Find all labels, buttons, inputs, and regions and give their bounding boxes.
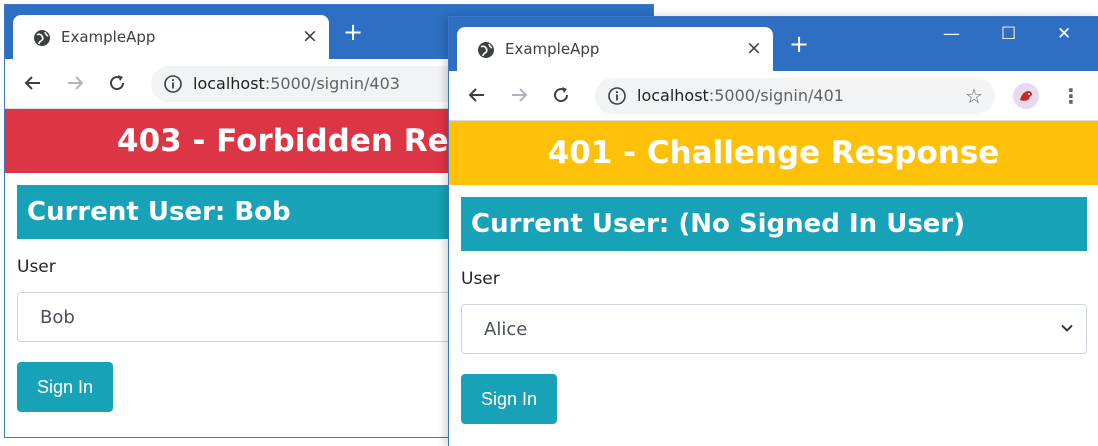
url-host: localhost (637, 86, 709, 105)
tab-title: ExampleApp (505, 40, 600, 58)
user-label: User (461, 269, 500, 289)
close-window-button[interactable]: ✕ (1057, 23, 1071, 45)
avatar-bird-icon (1020, 91, 1032, 101)
tab-close-button[interactable]: × (302, 25, 318, 47)
tab-title: ExampleApp (61, 28, 156, 46)
url-text[interactable]: localhost:5000/signin/401 (637, 86, 844, 105)
browser-menu-button[interactable]: ⋮ (1061, 85, 1081, 107)
maximize-button[interactable]: ☐ (1001, 23, 1016, 45)
profile-avatar-icon[interactable] (1013, 83, 1039, 109)
back-arrow-icon[interactable] (23, 73, 43, 93)
address-bar[interactable]: localhost:5000/signin/401 (595, 78, 995, 114)
globe-icon (478, 42, 494, 58)
user-select-value: Alice (484, 319, 528, 340)
minimize-button[interactable]: — (943, 23, 960, 45)
url-path: :5000/signin/401 (708, 86, 844, 105)
globe-icon (34, 30, 50, 46)
user-select-value: Bob (40, 307, 75, 328)
new-tab-button[interactable]: + (343, 19, 363, 45)
user-select[interactable]: Alice (461, 304, 1087, 354)
sign-in-button[interactable]: Sign In (17, 362, 113, 412)
url-path: :5000/signin/403 (264, 74, 400, 93)
reload-icon[interactable] (551, 85, 571, 105)
info-icon[interactable] (607, 86, 627, 106)
browser-toolbar: localhost:5000/signin/401 ☆ ⋮ (449, 71, 1098, 121)
url-text[interactable]: localhost:5000/signin/403 (193, 74, 400, 93)
title-bar: ExampleApp × + — ☐ ✕ (449, 17, 1098, 71)
sign-in-button[interactable]: Sign In (461, 374, 557, 424)
browser-window-401: ExampleApp × + — ☐ ✕ localhost:5000/sign… (448, 16, 1098, 446)
current-user-header: Current User: (No Signed In User) (461, 197, 1087, 251)
reload-icon[interactable] (107, 73, 127, 93)
forward-arrow-icon[interactable] (509, 85, 529, 105)
url-host: localhost (193, 74, 265, 93)
forward-arrow-icon[interactable] (65, 73, 85, 93)
browser-tab[interactable]: ExampleApp × (13, 15, 329, 59)
challenge-banner: 401 - Challenge Response (449, 121, 1098, 185)
browser-tab[interactable]: ExampleApp × (457, 27, 773, 71)
back-arrow-icon[interactable] (467, 85, 487, 105)
new-tab-button[interactable]: + (789, 31, 809, 57)
chevron-down-icon (1061, 324, 1073, 332)
user-label: User (17, 257, 56, 277)
bookmark-star-icon[interactable]: ☆ (965, 85, 983, 107)
info-icon[interactable] (163, 74, 183, 94)
tab-close-button[interactable]: × (746, 37, 762, 59)
